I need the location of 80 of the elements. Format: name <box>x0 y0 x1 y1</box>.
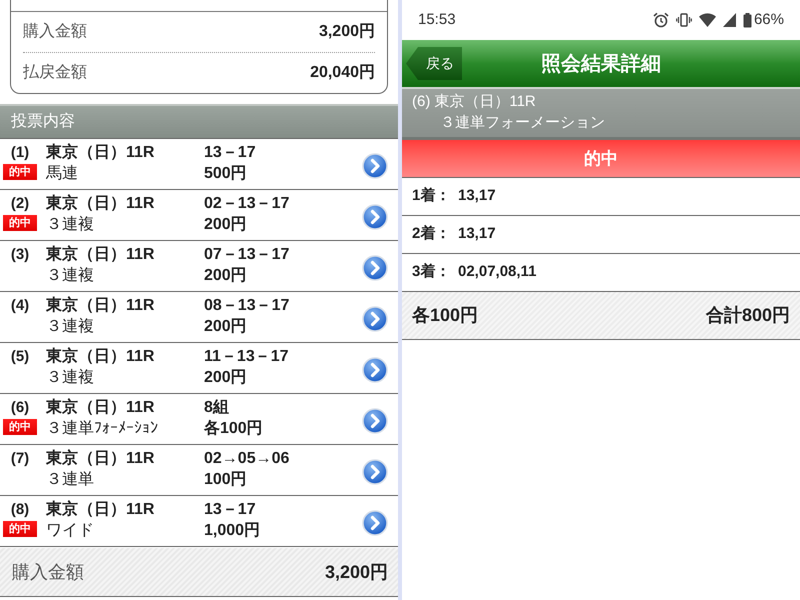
bet-type: 馬連 <box>46 164 78 184</box>
hit-badge: 的中 <box>3 521 37 537</box>
status-time: 15:53 <box>418 10 456 30</box>
bet-combination: 02－13－17 <box>204 194 290 214</box>
hit-badge: 的中 <box>3 215 37 231</box>
unit-amount: 各100円 <box>412 304 478 327</box>
race-name: 東京（日）11R <box>46 397 154 418</box>
bet-type: ３連複 <box>46 316 94 337</box>
bet-amount: 1,000円 <box>204 521 260 541</box>
bet-info-type: ３連単フォーメーション <box>440 113 605 133</box>
bet-info-number: (6) <box>412 92 430 112</box>
chevron-right-icon[interactable] <box>362 254 388 280</box>
bet-combination: 13－17 <box>204 143 256 163</box>
bet-number: (3) <box>10 245 30 265</box>
bet-number: (4) <box>10 296 30 316</box>
screen-title: 照会結果詳細 <box>541 52 661 76</box>
back-button[interactable]: 戻る <box>406 47 462 80</box>
footer-value: 3,200円 <box>324 560 388 584</box>
total-amount: 合計800円 <box>706 304 790 327</box>
summary-value: 20,040円 <box>310 63 375 83</box>
summary-label: 購入金額 <box>23 22 87 42</box>
bet-type: ３連複 <box>46 214 94 235</box>
race-name: 東京（日）11R <box>46 142 154 163</box>
chevron-right-icon[interactable] <box>362 356 388 382</box>
placing-value: 02,07,08,11 <box>458 262 536 282</box>
bet-amount: 100円 <box>204 470 247 490</box>
alarm-clock-icon <box>652 12 669 28</box>
chevron-right-icon[interactable] <box>362 204 388 230</box>
placing-label: 2着： <box>412 224 452 244</box>
bet-combination: 07－13－17 <box>204 245 290 265</box>
summary-value: 3,200円 <box>318 22 375 42</box>
bet-number: (1) <box>10 143 30 163</box>
bet-amount: 200円 <box>204 317 247 337</box>
race-name: 東京（日）11R <box>46 448 154 469</box>
bet-type: ワイド <box>46 521 94 541</box>
bet-type: ３連複 <box>46 266 94 286</box>
race-name: 東京（日）11R <box>46 193 154 214</box>
bet-number: (2) <box>10 194 30 214</box>
section-header: 投票内容 <box>0 104 398 139</box>
bet-amount: 200円 <box>204 368 247 388</box>
hit-badge: 的中 <box>3 419 37 435</box>
bet-number: (7) <box>10 449 30 469</box>
hit-banner: 的中 <box>402 140 800 178</box>
footer-label: 購入金額 <box>12 560 84 584</box>
bet-combination: 11－13－17 <box>204 347 289 367</box>
summary-label: 払戻金額 <box>23 62 87 83</box>
race-name: 東京（日）11R <box>46 244 154 265</box>
placing-value: 13,17 <box>458 224 496 244</box>
bet-combination: 02→05→06 <box>204 449 290 469</box>
chevron-right-icon[interactable] <box>362 408 388 434</box>
bet-amount: 200円 <box>204 266 247 286</box>
chevron-right-icon[interactable] <box>362 306 388 332</box>
bet-type: ３連単 <box>46 470 94 490</box>
bet-combination: 8組 <box>204 398 229 418</box>
bet-number: (6) <box>10 398 30 418</box>
race-name: 東京（日）11R <box>46 295 154 316</box>
bet-amount: 200円 <box>204 215 247 235</box>
bet-combination: 08－13－17 <box>204 296 290 316</box>
race-name: 東京（日）11R <box>46 346 154 367</box>
vibrate-icon <box>676 13 692 27</box>
bet-combination: 13－17 <box>204 500 256 520</box>
chevron-right-icon[interactable] <box>362 458 388 484</box>
bet-type: ３連複 <box>46 368 94 388</box>
bet-amount: 各100円 <box>204 418 263 439</box>
placing-value: 13,17 <box>458 186 496 206</box>
battery-percent: 66% <box>754 10 784 30</box>
placing-label: 3着： <box>412 262 452 282</box>
signal-icon <box>722 13 736 27</box>
race-name: 東京（日）11R <box>46 499 154 520</box>
bet-number: (8) <box>10 500 30 520</box>
wifi-icon <box>698 13 716 27</box>
bet-amount: 500円 <box>204 164 247 184</box>
chevron-right-icon[interactable] <box>362 510 388 536</box>
placing-label: 1着： <box>412 186 452 206</box>
bet-type: ３連単ﾌｫｰﾒｰｼｮﾝ <box>46 418 158 439</box>
bet-number: (5) <box>10 347 30 367</box>
bet-info-race: 東京（日）11R <box>434 92 536 112</box>
hit-badge: 的中 <box>3 164 37 180</box>
chevron-right-icon[interactable] <box>362 152 388 178</box>
battery-icon <box>742 12 752 28</box>
